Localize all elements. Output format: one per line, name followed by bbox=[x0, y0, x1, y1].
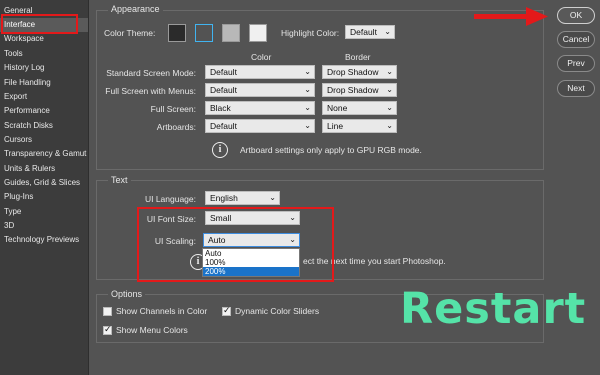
full-screen-menus-color-value: Default bbox=[210, 85, 237, 95]
full-screen-border-select[interactable]: None ⌄ bbox=[322, 101, 397, 115]
check-icon: ✓ bbox=[223, 305, 231, 315]
options-title: Options bbox=[108, 289, 146, 299]
full-screen-menus-label: Full Screen with Menus: bbox=[105, 86, 196, 96]
highlight-color-value: Default bbox=[350, 27, 377, 37]
chevron-down-icon: ⌄ bbox=[386, 85, 393, 94]
artboard-info-text: Artboard settings only apply to GPU RGB … bbox=[240, 145, 422, 155]
sidebar-item-plug-ins[interactable]: Plug-Ins bbox=[0, 190, 88, 204]
arrow-shaft bbox=[474, 14, 528, 19]
sidebar-item-guides-grid-slices[interactable]: Guides, Grid & Slices bbox=[0, 176, 88, 190]
sidebar-item-tools[interactable]: Tools bbox=[0, 47, 88, 61]
full-screen-menus-border-value: Drop Shadow bbox=[327, 85, 379, 95]
chevron-down-icon: ⌄ bbox=[269, 193, 276, 202]
border-column-header: Border bbox=[345, 52, 371, 62]
standard-screen-mode-label: Standard Screen Mode: bbox=[106, 68, 196, 78]
highlight-color-label: Highlight Color: bbox=[281, 28, 340, 38]
show-menu-colors-checkbox[interactable]: ✓ bbox=[103, 324, 112, 335]
arrow-head bbox=[526, 7, 548, 26]
check-icon: ✓ bbox=[104, 324, 112, 334]
sidebar-item-scratch-disks[interactable]: Scratch Disks bbox=[0, 119, 88, 133]
standard-screen-color-select[interactable]: Default ⌄ bbox=[205, 65, 315, 79]
standard-screen-color-value: Default bbox=[210, 67, 237, 77]
ui-settings-highlight-box bbox=[137, 207, 334, 282]
ui-language-select[interactable]: English ⌄ bbox=[205, 191, 280, 205]
preferences-sidebar: General Interface Workspace Tools Histor… bbox=[0, 0, 89, 375]
ui-language-value: English bbox=[210, 193, 238, 203]
full-screen-color-value: Black bbox=[210, 103, 231, 113]
sidebar-item-history-log[interactable]: History Log bbox=[0, 61, 88, 75]
theme-swatch-lightest[interactable] bbox=[249, 24, 267, 42]
interface-highlight-box bbox=[1, 14, 78, 34]
chevron-down-icon: ⌄ bbox=[304, 85, 311, 94]
full-screen-label: Full Screen: bbox=[150, 104, 196, 114]
chevron-down-icon: ⌄ bbox=[304, 103, 311, 112]
sidebar-item-performance[interactable]: Performance bbox=[0, 104, 88, 118]
show-menu-colors-label: Show Menu Colors bbox=[116, 325, 188, 335]
chevron-down-icon: ⌄ bbox=[304, 67, 311, 76]
dynamic-sliders-label: Dynamic Color Sliders bbox=[235, 306, 320, 316]
theme-swatch-darkest[interactable] bbox=[168, 24, 186, 42]
chevron-down-icon: ⌄ bbox=[384, 27, 391, 36]
artboards-label: Artboards: bbox=[156, 122, 196, 132]
standard-screen-border-select[interactable]: Drop Shadow ⌄ bbox=[322, 65, 397, 79]
chevron-down-icon: ⌄ bbox=[386, 67, 393, 76]
artboards-border-value: Line bbox=[327, 121, 344, 131]
sidebar-item-workspace[interactable]: Workspace bbox=[0, 32, 88, 46]
text-title: Text bbox=[108, 175, 131, 185]
artboards-border-select[interactable]: Line ⌄ bbox=[322, 119, 397, 133]
full-screen-menus-color-select[interactable]: Default ⌄ bbox=[205, 83, 315, 97]
color-theme-label: Color Theme: bbox=[104, 28, 156, 38]
highlight-color-select[interactable]: Default ⌄ bbox=[345, 25, 395, 39]
next-button[interactable]: Next bbox=[557, 80, 595, 97]
full-screen-menus-border-select[interactable]: Drop Shadow ⌄ bbox=[322, 83, 397, 97]
chevron-down-icon: ⌄ bbox=[386, 103, 393, 112]
show-channels-checkbox[interactable] bbox=[103, 307, 112, 316]
artboards-color-value: Default bbox=[210, 121, 237, 131]
cancel-button[interactable]: Cancel bbox=[557, 31, 595, 48]
prev-button[interactable]: Prev bbox=[557, 55, 595, 72]
sidebar-item-export[interactable]: Export bbox=[0, 90, 88, 104]
sidebar-item-3d[interactable]: 3D bbox=[0, 219, 88, 233]
ui-language-label: UI Language: bbox=[144, 194, 196, 204]
ok-button[interactable]: OK bbox=[557, 7, 595, 24]
sidebar-item-type[interactable]: Type bbox=[0, 205, 88, 219]
sidebar-item-transparency-gamut[interactable]: Transparency & Gamut bbox=[0, 147, 88, 161]
theme-swatch-light[interactable] bbox=[222, 24, 240, 42]
appearance-title: Appearance bbox=[108, 4, 163, 14]
show-channels-label: Show Channels in Color bbox=[116, 306, 208, 316]
sidebar-item-technology-previews[interactable]: Technology Previews bbox=[0, 233, 88, 247]
restart-overlay-text: Restart bbox=[400, 284, 587, 334]
color-column-header: Color bbox=[251, 52, 272, 62]
sidebar-item-units-rulers[interactable]: Units & Rulers bbox=[0, 162, 88, 176]
chevron-down-icon: ⌄ bbox=[386, 121, 393, 130]
chevron-down-icon: ⌄ bbox=[304, 121, 311, 130]
red-arrow-icon bbox=[474, 7, 548, 26]
dynamic-sliders-checkbox[interactable]: ✓ bbox=[222, 305, 231, 316]
theme-swatch-dark-selected[interactable] bbox=[195, 24, 213, 42]
sidebar-item-file-handling[interactable]: File Handling bbox=[0, 76, 88, 90]
sidebar-item-cursors[interactable]: Cursors bbox=[0, 133, 88, 147]
standard-screen-border-value: Drop Shadow bbox=[327, 67, 379, 77]
info-icon: i bbox=[212, 142, 228, 158]
full-screen-border-value: None bbox=[327, 103, 348, 113]
full-screen-color-select[interactable]: Black ⌄ bbox=[205, 101, 315, 115]
artboards-color-select[interactable]: Default ⌄ bbox=[205, 119, 315, 133]
